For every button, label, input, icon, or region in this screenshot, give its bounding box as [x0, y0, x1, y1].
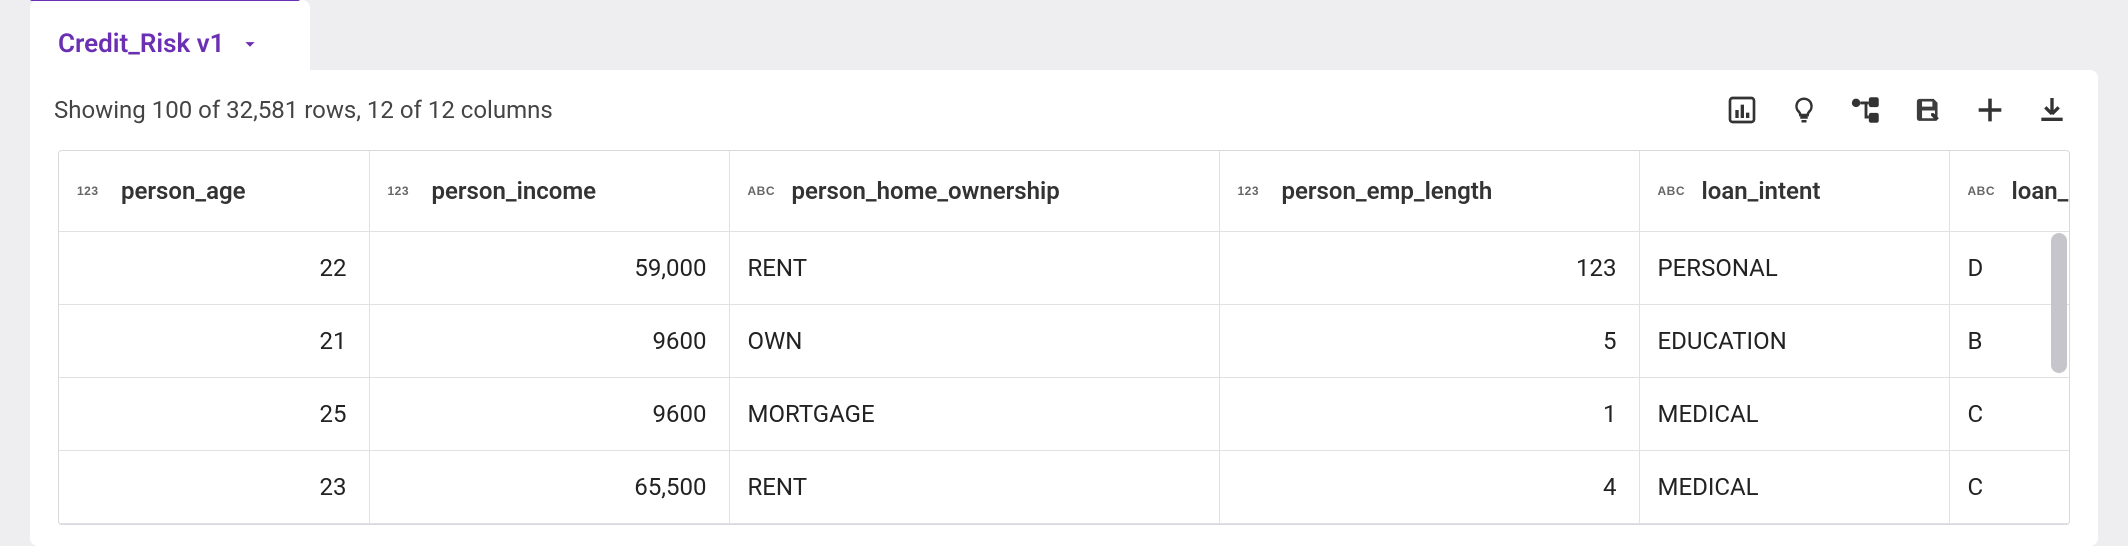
cell-person_home_ownership[interactable]: RENT	[729, 450, 1219, 523]
column-header-loan_intent[interactable]: ABC loan_intent	[1639, 151, 1949, 231]
cell-person_age[interactable]: 23	[59, 450, 369, 523]
column-header-person_home_ownership[interactable]: ABC person_home_ownership	[729, 151, 1219, 231]
cell-value: 59,000	[370, 254, 729, 282]
cell-value: 9600	[370, 327, 729, 355]
cell-value: 1	[1220, 400, 1639, 428]
flow-icon[interactable]	[1848, 92, 1884, 128]
table-row[interactable]: 2365,500RENT4MEDICALC	[59, 450, 2070, 523]
cell-value: RENT	[730, 473, 1219, 501]
cell-value: EDUCATION	[1640, 327, 1949, 355]
column-header-loan_grade[interactable]: ABC loan_grade	[1949, 151, 2070, 231]
cell-value: MEDICAL	[1640, 473, 1949, 501]
cell-value: MEDICAL	[1640, 400, 1949, 428]
cell-value: C	[1950, 473, 2071, 501]
cell-person_home_ownership[interactable]: MORTGAGE	[729, 377, 1219, 450]
cell-person_emp_length[interactable]: 5	[1219, 304, 1639, 377]
cell-person_emp_length[interactable]: 123	[1219, 231, 1639, 304]
cell-value: 9600	[370, 400, 729, 428]
cell-person_income[interactable]: 9600	[369, 377, 729, 450]
text-type-icon: ABC	[748, 184, 776, 198]
cell-person_income[interactable]: 9600	[369, 304, 729, 377]
cell-loan_grade[interactable]: C	[1949, 450, 2070, 523]
vertical-scrollbar-thumb[interactable]	[2051, 233, 2067, 373]
table-row[interactable]: 259600MORTGAGE1MEDICALC	[59, 377, 2070, 450]
column-name: person_age	[121, 177, 246, 205]
text-type-icon: ABC	[1968, 184, 1996, 198]
cell-value: 5	[1220, 327, 1639, 355]
cell-person_income[interactable]: 65,500	[369, 450, 729, 523]
cell-value: 65,500	[370, 473, 729, 501]
cell-person_emp_length[interactable]: 1	[1219, 377, 1639, 450]
cell-value: 22	[59, 254, 369, 282]
table-row[interactable]: 219600OWN5EDUCATIONB	[59, 304, 2070, 377]
column-header-person_age[interactable]: 123 person_age	[59, 151, 369, 231]
cell-value: 123	[1220, 254, 1639, 282]
cell-value: C	[1950, 400, 2071, 428]
numeric-type-icon: 123	[388, 184, 416, 198]
column-name: loan_intent	[1702, 177, 1821, 205]
text-type-icon: ABC	[1658, 184, 1686, 198]
cell-person_income[interactable]: 59,000	[369, 231, 729, 304]
column-name: loan_grade	[2012, 177, 2071, 205]
toolbar	[1724, 92, 2070, 128]
cell-loan_intent[interactable]: PERSONAL	[1639, 231, 1949, 304]
numeric-type-icon: 123	[77, 184, 105, 198]
cell-loan_intent[interactable]: MEDICAL	[1639, 450, 1949, 523]
cell-person_age[interactable]: 22	[59, 231, 369, 304]
cell-value: 4	[1220, 473, 1639, 501]
column-header-person_emp_length[interactable]: 123 person_emp_length	[1219, 151, 1639, 231]
chart-icon[interactable]	[1724, 92, 1760, 128]
plus-icon[interactable]	[1972, 92, 2008, 128]
column-name: person_emp_length	[1282, 177, 1493, 205]
lightbulb-icon[interactable]	[1786, 92, 1822, 128]
cell-person_home_ownership[interactable]: RENT	[729, 231, 1219, 304]
tab-accent	[30, 0, 300, 1]
chevron-down-icon	[239, 33, 261, 55]
cell-value: MORTGAGE	[730, 400, 1219, 428]
cell-value: 25	[59, 400, 369, 428]
column-name: person_income	[432, 177, 597, 205]
cell-value: RENT	[730, 254, 1219, 282]
cell-value: 21	[59, 327, 369, 355]
cell-value: 23	[59, 473, 369, 501]
data-table: 123person_age123person_incomeABCperson_h…	[59, 151, 2070, 524]
tab-label: Credit_Risk v1	[58, 29, 225, 59]
cell-person_age[interactable]: 25	[59, 377, 369, 450]
cell-person_home_ownership[interactable]: OWN	[729, 304, 1219, 377]
cell-loan_intent[interactable]: MEDICAL	[1639, 377, 1949, 450]
cell-person_emp_length[interactable]: 4	[1219, 450, 1639, 523]
column-name: person_home_ownership	[792, 177, 1060, 205]
column-header-person_income[interactable]: 123 person_income	[369, 151, 729, 231]
tab-credit-risk[interactable]: Credit_Risk v1	[30, 0, 310, 70]
data-table-wrap: 123person_age123person_incomeABCperson_h…	[58, 150, 2070, 525]
cell-person_age[interactable]: 21	[59, 304, 369, 377]
data-panel: Showing 100 of 32,581 rows, 12 of 12 col…	[30, 70, 2098, 546]
cell-loan_grade[interactable]: C	[1949, 377, 2070, 450]
cell-value: PERSONAL	[1640, 254, 1949, 282]
cell-loan_intent[interactable]: EDUCATION	[1639, 304, 1949, 377]
numeric-type-icon: 123	[1238, 184, 1266, 198]
table-row[interactable]: 2259,000RENT123PERSONALD	[59, 231, 2070, 304]
rows-summary: Showing 100 of 32,581 rows, 12 of 12 col…	[54, 96, 553, 124]
download-icon[interactable]	[2034, 92, 2070, 128]
cell-value: OWN	[730, 327, 1219, 355]
save-edit-icon[interactable]	[1910, 92, 1946, 128]
